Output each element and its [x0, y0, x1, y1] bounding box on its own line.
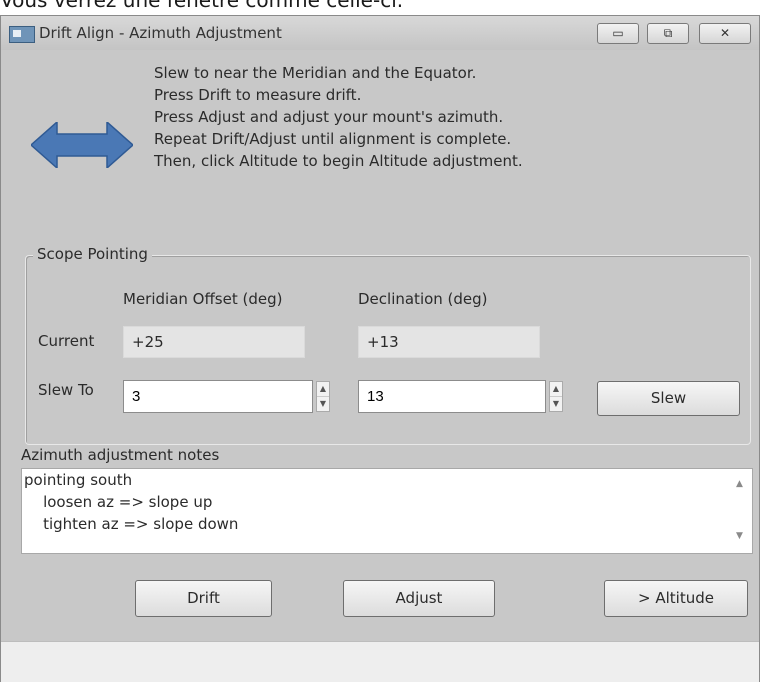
maximize-icon: ⧉	[663, 26, 673, 40]
status-strip	[1, 641, 759, 682]
minimize-button[interactable]: ▭	[597, 23, 639, 44]
adjust-button[interactable]: Adjust	[343, 580, 495, 617]
declination-stepper[interactable]: ▲ ▼	[549, 381, 563, 412]
maximize-button[interactable]: ⧉	[647, 23, 689, 44]
stepper-down-icon[interactable]: ▼	[317, 397, 329, 411]
notes-label: Azimuth adjustment notes	[21, 446, 220, 464]
scroll-down-icon[interactable]: ▼	[736, 531, 743, 541]
scope-pointing-label: Scope Pointing	[33, 245, 152, 263]
meridian-offset-header: Meridian Offset (deg)	[123, 290, 283, 308]
app-window-icon	[9, 26, 35, 43]
drift-align-window: Drift Align - Azimuth Adjustment ▭ ⧉ ✕ S…	[0, 15, 760, 682]
current-meridian-offset: +25	[123, 326, 305, 358]
window-title: Drift Align - Azimuth Adjustment	[39, 24, 282, 42]
slew-to-row-label: Slew To	[38, 381, 94, 399]
stepper-up-icon[interactable]: ▲	[550, 382, 562, 397]
close-button[interactable]: ✕	[699, 23, 751, 44]
page-caption: Vous verrez une fenêtre comme celle-ci.	[0, 0, 404, 12]
azimuth-notes-textarea[interactable]: pointing south loosen az => slope up tig…	[21, 468, 753, 554]
instruction-line: Then, click Altitude to begin Altitude a…	[154, 152, 523, 170]
notes-line: tighten az => slope down	[24, 515, 239, 533]
current-declination: +13	[358, 326, 540, 358]
slew-declination-input[interactable]	[358, 380, 546, 413]
scroll-up-icon[interactable]: ▲	[736, 479, 743, 489]
minimize-icon: ▭	[612, 26, 624, 40]
instruction-line: Repeat Drift/Adjust until alignment is c…	[154, 130, 512, 148]
notes-line: pointing south	[24, 471, 133, 489]
notes-scrollbar[interactable]: ▲ ▼	[730, 469, 752, 553]
slew-meridian-input[interactable]	[123, 380, 313, 413]
slew-button[interactable]: Slew	[597, 381, 740, 416]
stepper-up-icon[interactable]: ▲	[317, 382, 329, 397]
meridian-stepper[interactable]: ▲ ▼	[316, 381, 330, 412]
instruction-line: Slew to near the Meridian and the Equato…	[154, 64, 477, 82]
stepper-down-icon[interactable]: ▼	[550, 397, 562, 411]
declination-header: Declination (deg)	[358, 290, 488, 308]
altitude-button[interactable]: > Altitude	[604, 580, 748, 617]
double-arrow-icon	[31, 122, 133, 168]
dialog-content: Slew to near the Meridian and the Equato…	[1, 50, 759, 682]
notes-line: loosen az => slope up	[24, 493, 213, 511]
current-row-label: Current	[38, 332, 95, 350]
drift-button[interactable]: Drift	[135, 580, 272, 617]
instruction-line: Press Drift to measure drift.	[154, 86, 362, 104]
title-bar[interactable]: Drift Align - Azimuth Adjustment ▭ ⧉ ✕	[1, 16, 759, 50]
close-icon: ✕	[719, 26, 731, 40]
instruction-line: Press Adjust and adjust your mount's azi…	[154, 108, 504, 126]
